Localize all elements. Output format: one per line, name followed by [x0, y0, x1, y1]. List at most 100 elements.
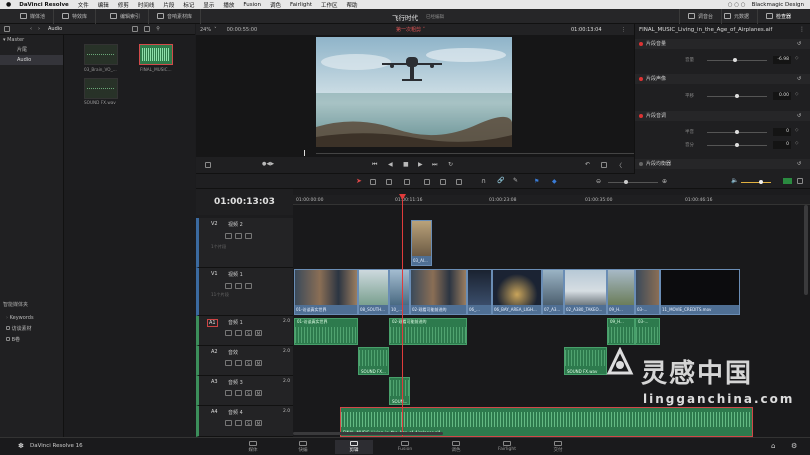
cents-knob[interactable] — [735, 143, 739, 147]
lock-icon[interactable] — [225, 360, 232, 366]
keyframe-icon[interactable]: ◇ — [795, 56, 798, 61]
replace-clip-icon[interactable] — [456, 179, 462, 185]
marker-icon[interactable]: ◆ — [552, 178, 557, 185]
loop-icon[interactable]: ↻ — [448, 161, 453, 168]
volume-value[interactable]: -6.98 — [773, 56, 791, 64]
position-lock-icon[interactable]: ✎ — [513, 177, 518, 184]
track-visibility-icon[interactable] — [245, 233, 252, 239]
viewer-options-icon[interactable]: ⋮ — [621, 27, 626, 33]
keyframe-icon[interactable]: ◇ — [795, 141, 798, 146]
section-enable-icon[interactable] — [639, 114, 643, 118]
track-visibility-icon[interactable] — [245, 283, 252, 289]
page-deliver[interactable]: 交付 — [539, 440, 577, 454]
timeline-h-scrollbar[interactable] — [293, 432, 443, 435]
volume-fader-knob[interactable] — [759, 180, 763, 184]
sort-icon[interactable] — [144, 26, 151, 32]
insert-clip-icon[interactable] — [424, 179, 430, 185]
timeline-clip-v2[interactable]: 03_AI... — [411, 220, 432, 266]
timeline-audio-clip-a2[interactable]: SOUND FX... — [358, 347, 389, 375]
menu-file[interactable]: 文件 — [78, 1, 89, 9]
zoom-slider[interactable] — [608, 182, 658, 183]
section-enable-icon[interactable] — [639, 162, 643, 166]
keyframe-icon[interactable]: ◇ — [795, 92, 798, 97]
reset-icon[interactable]: ↺ — [797, 39, 801, 49]
reset-icon[interactable]: ↺ — [797, 74, 801, 84]
settings-icon[interactable]: ⚙ — [791, 442, 797, 450]
timeline-clip-v1[interactable]: 03-... — [635, 269, 660, 315]
viewer-layout-icon[interactable] — [205, 162, 211, 168]
flag-icon[interactable]: ⚑ — [534, 178, 539, 185]
timeline-clip-v1[interactable]: 11_MOVIE_CREDITS.mov — [660, 269, 740, 315]
menu-fusion[interactable]: Fusion — [243, 2, 261, 8]
track-header-a3[interactable]: A3 音频 3 2.0 SM — [196, 376, 293, 406]
menu-workspace[interactable]: 工作区 — [321, 1, 338, 9]
metadata-button[interactable]: 元数据 — [716, 8, 759, 24]
timeline-clip-v1[interactable]: 06_BAY_AREA_LIGH... — [492, 269, 542, 315]
media-clip-selected[interactable] — [139, 44, 173, 65]
track-header-v2[interactable]: V2 视频 2 1个片段 — [196, 218, 293, 268]
scrubber-handle[interactable] — [304, 150, 305, 156]
menu-edit[interactable]: 编辑 — [98, 1, 109, 9]
lock-icon[interactable] — [225, 420, 232, 426]
volume-fader[interactable] — [741, 182, 771, 183]
trim-tool-icon[interactable] — [370, 179, 376, 185]
mute-button[interactable]: M — [255, 360, 262, 366]
sound-library-button[interactable]: 音响素材库 — [149, 8, 202, 24]
mute-button[interactable]: M — [255, 330, 262, 336]
menu-timeline[interactable]: 时间线 — [138, 1, 155, 9]
lock-icon[interactable] — [225, 233, 232, 239]
match-frame-icon[interactable]: ●◀▶ — [262, 161, 274, 167]
section-clip-eq[interactable]: 片段均衡器 ↺ — [635, 159, 810, 169]
reverse-play-icon[interactable]: ◀ — [388, 161, 393, 168]
smart-bin-keywords[interactable]: › Keywords — [0, 313, 34, 323]
bin-item-selected[interactable]: Audio — [0, 55, 63, 65]
chevron-down-icon[interactable]: ˅ — [214, 27, 217, 33]
play-icon[interactable]: ▶ — [418, 161, 423, 168]
reset-icon[interactable]: ↺ — [797, 111, 801, 121]
auto-select-icon[interactable] — [235, 233, 242, 239]
timeline-scrollbar[interactable] — [804, 205, 808, 295]
smart-bin-broll[interactable]: B卷 — [0, 335, 20, 345]
go-start-icon[interactable]: ⏮ — [372, 161, 377, 169]
chevron-left-icon[interactable]: ‹ — [30, 26, 32, 32]
semitone-value[interactable]: 0 — [773, 128, 791, 136]
timeline-clip-v1[interactable]: 09_H... — [607, 269, 635, 315]
menu-fairlight[interactable]: Fairlight — [290, 2, 312, 8]
timeline-clip-v1[interactable]: 02-观看可能前进的 — [410, 269, 467, 315]
scrubber[interactable] — [316, 153, 636, 154]
page-edit[interactable]: 剪辑 — [335, 440, 373, 454]
solo-button[interactable]: S — [245, 420, 252, 426]
zoom-in-icon[interactable]: ⊕ — [662, 178, 667, 185]
menu-view[interactable]: 显示 — [203, 1, 214, 9]
timeline-clip-v1[interactable]: 08_SOUTH... — [358, 269, 389, 315]
lock-icon[interactable] — [225, 283, 232, 289]
menu-clip[interactable]: 片段 — [163, 1, 174, 9]
menu-app-name[interactable]: DaVinci Resolve — [19, 2, 69, 8]
section-clip-pitch[interactable]: 片段音调 ↺ — [635, 111, 810, 121]
apple-icon[interactable]: ● — [6, 1, 11, 8]
mute-button[interactable]: M — [255, 390, 262, 396]
menu-playback[interactable]: 播放 — [223, 1, 234, 9]
menu-help[interactable]: 帮助 — [347, 1, 358, 9]
effects-button[interactable]: 特效库 — [54, 8, 97, 24]
stop-icon[interactable]: ■ — [403, 161, 409, 168]
auto-select-icon[interactable] — [235, 390, 242, 396]
view-mode-icon[interactable] — [132, 26, 139, 32]
timeline-ruler[interactable]: 01:00:00:00 01:00:11:16 01:00:23:08 01:0… — [293, 195, 810, 205]
menu-trim[interactable]: 修剪 — [118, 1, 129, 9]
cents-value[interactable]: 0 — [773, 141, 791, 149]
speaker-icon[interactable]: 🔈 — [731, 177, 738, 184]
mark-in-icon[interactable]: 〈 — [616, 161, 622, 170]
home-icon[interactable]: ⌂ — [771, 442, 775, 450]
semitone-knob[interactable] — [735, 130, 739, 134]
smart-bin-interviews[interactable]: 访谈素材 — [0, 324, 32, 334]
menu-color[interactable]: 调色 — [270, 1, 281, 9]
track-header-a1[interactable]: A1 音频 1 2.0 SM — [196, 316, 293, 346]
page-media[interactable]: 媒体 — [234, 440, 272, 454]
mute-button[interactable]: M — [255, 420, 262, 426]
timeline-clip-v1[interactable]: 07_A3... — [542, 269, 564, 315]
lock-icon[interactable] — [225, 330, 232, 336]
timeline-audio-clip-a1[interactable]: 01-访谈真实世界 — [294, 318, 358, 345]
page-fusion[interactable]: Fusion — [386, 440, 424, 454]
selection-tool-icon[interactable]: ➤ — [356, 177, 362, 185]
